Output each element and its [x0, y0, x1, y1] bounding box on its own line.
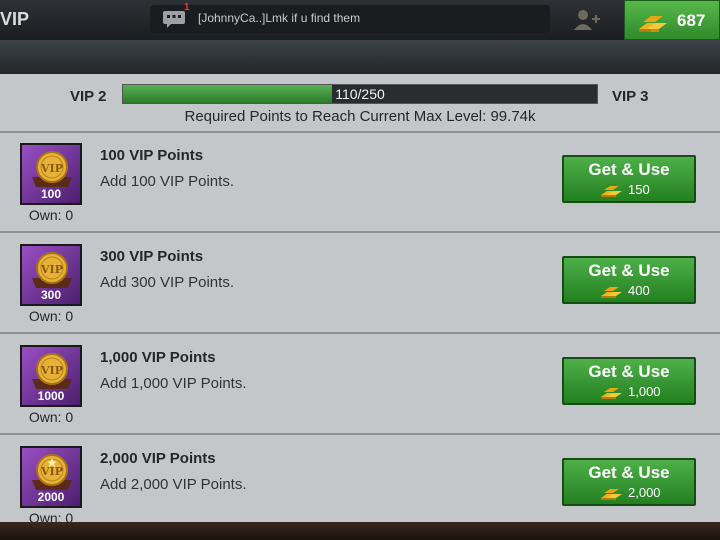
item-name: 300 VIP Points — [100, 248, 204, 265]
vip-coin-icon: VIP — [32, 252, 72, 288]
item-description: Add 1,000 VIP Points. — [100, 375, 247, 392]
item-quantity: 2000 — [37, 490, 65, 504]
current-vip-level: VIP 2 — [70, 88, 107, 105]
vip-coin-icon: VIP — [32, 454, 72, 490]
gold-bars-icon — [601, 186, 622, 197]
item-description: Add 100 VIP Points. — [100, 173, 234, 190]
item-name: 100 VIP Points — [100, 147, 204, 164]
svg-text:VIP: VIP — [40, 263, 63, 276]
vip-coin-icon: VIP — [32, 353, 72, 389]
owned-count: Own: 0 — [28, 308, 74, 324]
top-bar: VIP 1 [JohnnyCa..]Lmk if u find them 687 — [0, 0, 720, 41]
list-item: VIP 100 Own: 0 100 VIP Points Add 100 VI… — [0, 133, 720, 233]
button-label: Get & Use — [588, 463, 670, 482]
item-quantity: 100 — [40, 187, 62, 201]
gold-cost: 150 — [628, 182, 650, 197]
vip-points-item-icon: VIP 2000 — [20, 446, 82, 508]
vip-progress-text: 110/250 — [335, 86, 385, 102]
svg-text:VIP: VIP — [40, 162, 63, 175]
get-and-use-button[interactable]: Get & Use 400 — [562, 256, 696, 304]
owned-count: Own: 0 — [28, 207, 74, 223]
list-item: VIP 300 Own: 0 300 VIP Points Add 300 VI… — [0, 234, 720, 334]
svg-text:VIP: VIP — [40, 465, 63, 478]
requirement-text: Required Points to Reach Current Max Lev… — [184, 108, 536, 125]
vip-points-item-icon: VIP 300 — [20, 244, 82, 306]
owned-count: Own: 0 — [28, 409, 74, 425]
get-and-use-button[interactable]: Get & Use 150 — [562, 155, 696, 203]
gold-cost: 2,000 — [628, 485, 661, 500]
button-label: Get & Use — [588, 160, 670, 179]
gold-bars-icon — [601, 287, 622, 298]
gold-cost: 400 — [628, 283, 650, 298]
svg-text:VIP: VIP — [40, 364, 63, 377]
item-quantity: 300 — [40, 288, 62, 302]
next-vip-level: VIP 3 — [612, 88, 649, 105]
item-quantity: 1000 — [37, 389, 65, 403]
list-item: VIP 2000 Own: 0 2,000 VIP Points Add 2,0… — [0, 436, 720, 536]
header-band — [0, 40, 720, 74]
button-label: Get & Use — [588, 362, 670, 381]
screen-title: VIP — [0, 9, 30, 29]
get-and-use-button[interactable]: Get & Use 2,000 — [562, 458, 696, 506]
chat-bar[interactable]: 1 [JohnnyCa..]Lmk if u find them — [150, 2, 550, 33]
get-and-use-button[interactable]: Get & Use 1,000 — [562, 357, 696, 405]
gold-bars-icon — [639, 16, 667, 32]
gold-bars-icon — [601, 388, 622, 399]
vip-coin-icon: VIP — [32, 151, 72, 187]
gold-balance[interactable]: 687 — [624, 0, 720, 40]
item-name: 2,000 VIP Points — [100, 450, 216, 467]
chat-unread-badge: 1 — [184, 2, 190, 13]
chat-message: [JohnnyCa..]Lmk if u find them — [198, 11, 361, 25]
gold-cost: 1,000 — [628, 384, 661, 399]
vip-points-item-icon: VIP 100 — [20, 143, 82, 205]
item-name: 1,000 VIP Points — [100, 349, 216, 366]
vip-progress-bar: 110/250 — [122, 84, 598, 104]
gold-bars-icon — [601, 489, 622, 500]
chat-icon — [163, 11, 185, 28]
add-friend-icon[interactable] — [572, 8, 602, 32]
button-label: Get & Use — [588, 261, 670, 280]
list-item: VIP 1000 Own: 0 1,000 VIP Points Add 1,0… — [0, 335, 720, 435]
bottom-edge — [0, 522, 720, 540]
gold-amount: 687 — [677, 11, 706, 30]
vip-points-item-icon: VIP 1000 — [20, 345, 82, 407]
item-description: Add 300 VIP Points. — [100, 274, 234, 291]
item-description: Add 2,000 VIP Points. — [100, 476, 247, 493]
